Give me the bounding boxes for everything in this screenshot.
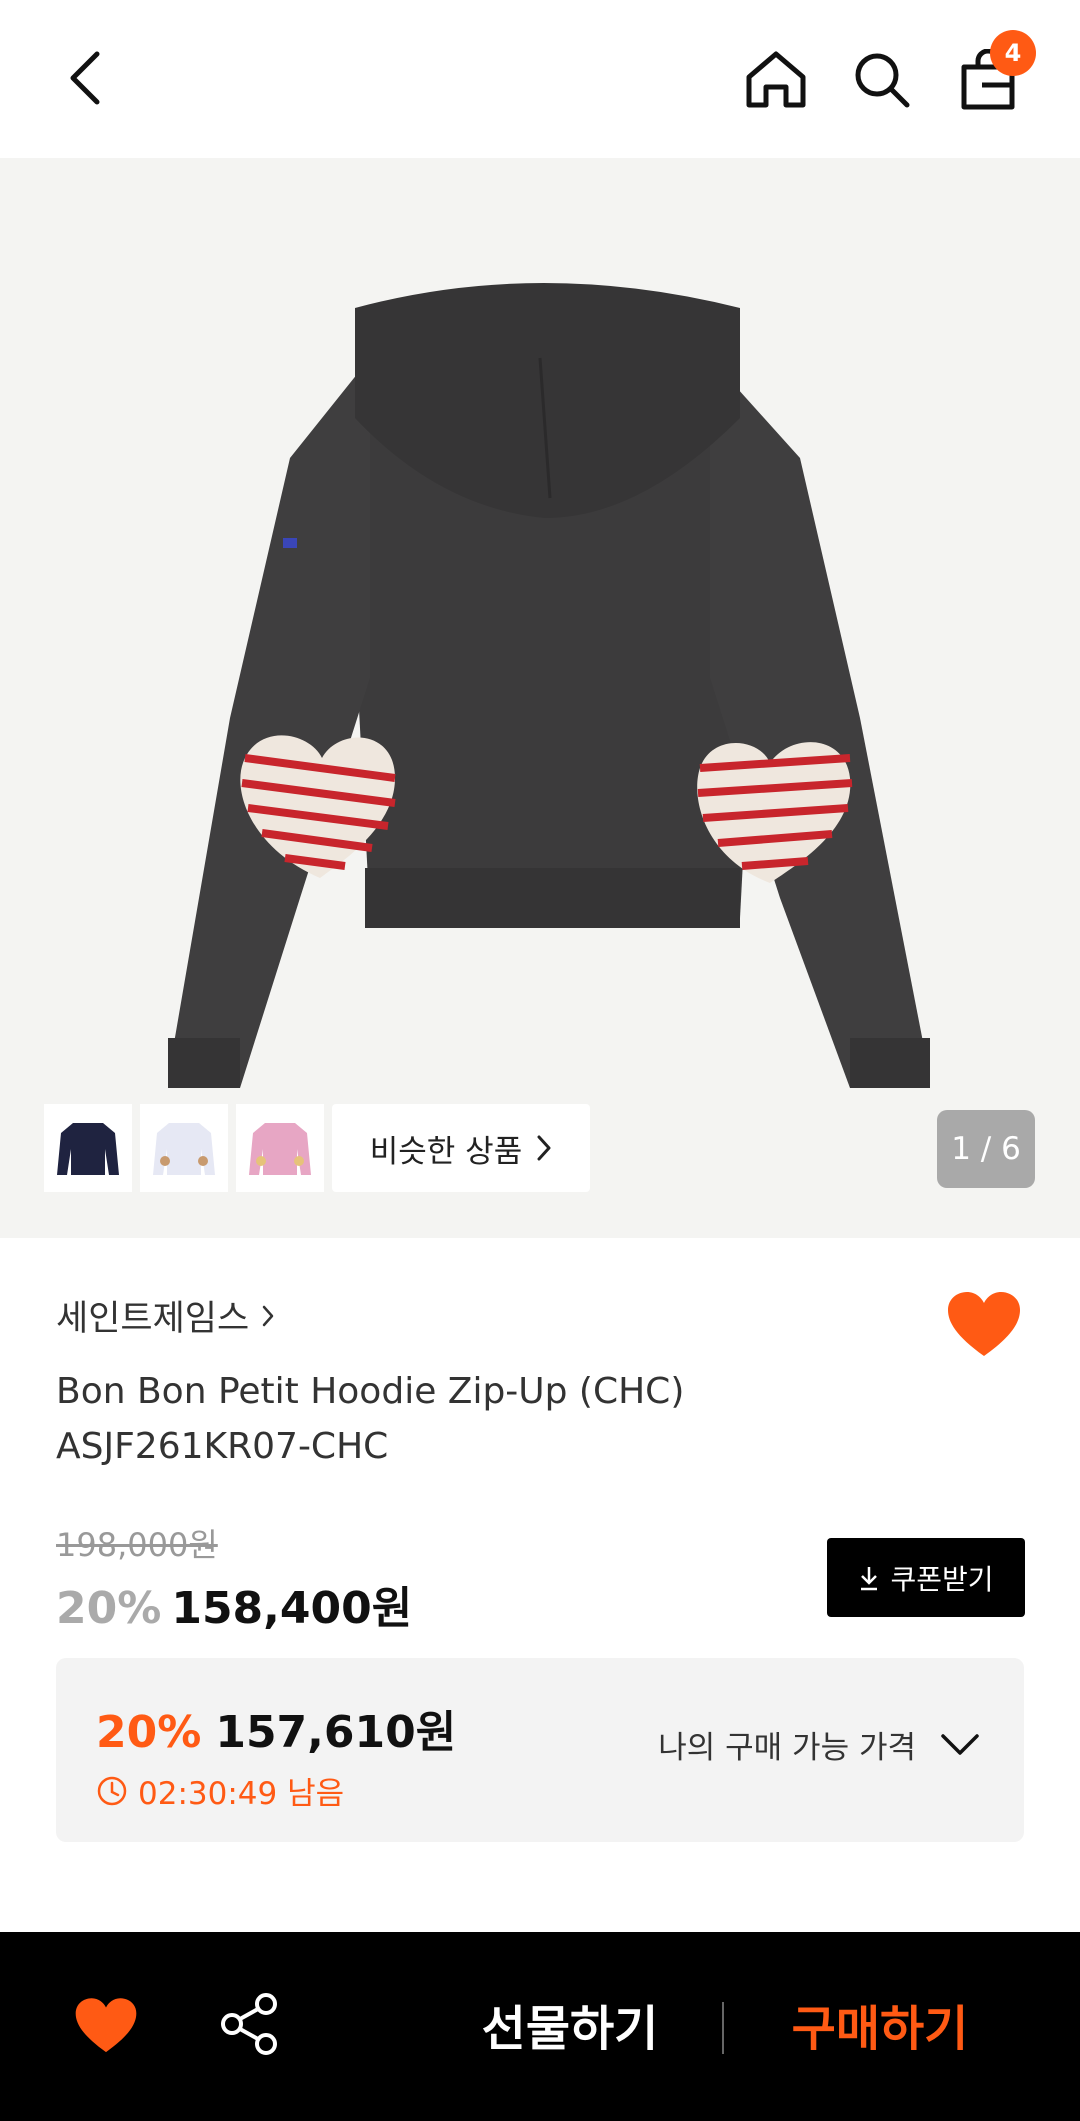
share-button[interactable] [218,1992,282,2056]
product-name: Bon Bon Petit Hoodie Zip-Up (CHC) [56,1371,685,1412]
share-icon [221,1993,277,2055]
top-nav-bar: 4 [0,0,1080,158]
benefit-price: 157,610원 [215,1707,457,1758]
divider [722,2002,724,2054]
benefit-discount-rate: 20% [96,1707,202,1758]
product-code: ASJF261KR07-CHC [56,1426,389,1467]
hoodie-thumbnail [249,1123,311,1175]
image-pager: 1 / 6 [937,1110,1035,1188]
price-row: 20% 158,400원 [56,1572,412,1636]
search-button[interactable] [846,40,918,120]
bottom-action-bar: 선물하기 구매하기 [0,1932,1080,2121]
color-variant-thumbnails [44,1104,324,1192]
discount-rate: 20% [56,1583,162,1634]
benefit-price-row: 20% 157,610원 [96,1696,456,1760]
product-image [168,283,930,1088]
similar-products-button[interactable]: 비슷한 상품 [332,1104,590,1192]
chevron-down-icon [941,1733,979,1755]
back-button[interactable] [52,38,116,118]
my-price-panel[interactable]: 20% 157,610원 02:30:49 남음 나의 구매 가능 가격 [56,1658,1024,1842]
cart-count-badge: 4 [990,30,1036,76]
heart-icon [75,1998,137,2053]
brand-name: 세인트제임스 [56,1299,250,1339]
sale-price: 158,400원 [171,1583,413,1634]
gift-button[interactable]: 선물하기 [460,1984,680,2064]
similar-products-label: 비슷한 상품 [369,1133,523,1170]
home-button[interactable] [740,40,812,120]
my-price-toggle[interactable]: 나의 구매 가능 가격 [658,1722,980,1767]
bottom-wishlist-button[interactable] [74,1996,138,2056]
hoodie-thumbnail [57,1123,119,1175]
variant-thumbnail-navy[interactable] [44,1104,132,1192]
coupon-download-button[interactable]: 쿠폰받기 [827,1538,1025,1617]
my-price-label: 나의 구매 가능 가격 [658,1730,916,1766]
clock-icon [97,1776,127,1805]
chevron-right-icon [537,1135,551,1161]
back-icon [70,51,100,105]
chevron-right-icon [262,1305,274,1326]
timer-text: 02:30:49 남음 [138,1776,345,1812]
variant-thumbnail-pink[interactable] [236,1104,324,1192]
buy-button[interactable]: 구매하기 [770,1984,990,2064]
variant-thumbnail-white[interactable] [140,1104,228,1192]
coupon-label: 쿠폰받기 [890,1562,994,1596]
search-icon [855,53,910,108]
download-icon [861,1566,878,1590]
countdown-timer: 02:30:49 남음 [96,1768,344,1813]
hoodie-thumbnail [153,1123,215,1175]
original-price: 198,000원 [56,1526,218,1564]
brand-link[interactable]: 세인트제임스 [56,1290,275,1341]
product-image-gallery[interactable] [0,158,1080,1238]
product-title: Bon Bon Petit Hoodie Zip-Up (CHC) ASJF26… [56,1364,956,1474]
home-icon [746,51,806,108]
heart-icon [948,1292,1020,1356]
wishlist-button[interactable] [946,1290,1022,1360]
